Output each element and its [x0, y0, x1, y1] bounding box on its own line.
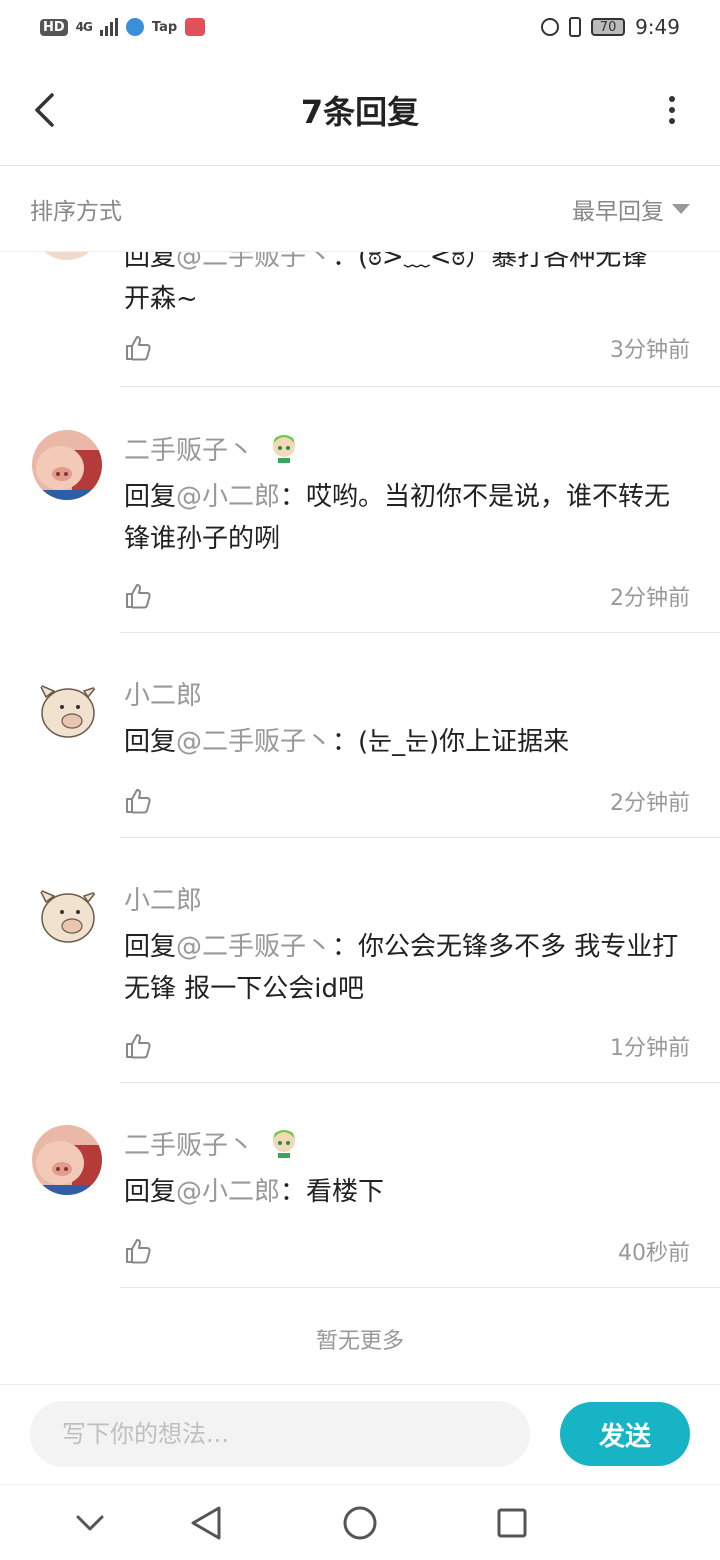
reply-text: 回复@二手贩子丶：(눈_눈)你上证据来: [124, 727, 570, 757]
reply-time: 2分钟前: [610, 586, 690, 611]
book-app-icon: [185, 18, 206, 36]
author-name[interactable]: 二手贩子丶: [124, 430, 254, 467]
recents-square-icon[interactable]: [492, 1503, 532, 1543]
network-type: 4G: [75, 20, 93, 34]
caret-down-icon: [672, 203, 690, 214]
author-row: 小二郎: [124, 880, 690, 916]
sort-label: 排序方式: [30, 198, 122, 225]
author-row: 二手贩子丶: [124, 1125, 690, 1161]
mention-link[interactable]: @小二郎: [176, 482, 280, 512]
thumbs-up-icon[interactable]: [124, 787, 152, 815]
badge-icon: [273, 1130, 296, 1158]
reply-text: 回复@小二郎：哎哟。当初你不是说，谁不转无锋谁孙子的咧: [124, 482, 671, 554]
avatar[interactable]: [32, 880, 102, 950]
badge-icon: [273, 435, 296, 463]
reply-list: 回复@二手贩子丶：(ಠ>﹏<ಠ）暴打各种无锋 开森~ 3分钟前 二手贩子丶 回复…: [0, 252, 720, 1384]
status-bar: HD 4G Tap 70 9:49: [0, 0, 720, 54]
sort-dropdown[interactable]: 最早回复: [572, 192, 690, 226]
vibrate-icon: [569, 17, 582, 37]
clock: 9:49: [635, 15, 680, 39]
signal-icon: [99, 18, 118, 36]
page-title: 7条回复: [300, 92, 420, 131]
author-name[interactable]: 小二郎: [124, 675, 202, 712]
battery-icon: 70: [591, 18, 626, 36]
status-left: HD 4G Tap: [40, 18, 206, 36]
chevron-left-icon[interactable]: [28, 90, 60, 130]
mention-link[interactable]: @小二郎: [176, 1177, 280, 1207]
chevron-down-icon[interactable]: [70, 1503, 110, 1543]
divider: [120, 837, 720, 838]
home-circle-icon[interactable]: [340, 1503, 380, 1543]
mention-link[interactable]: @二手贩子丶: [176, 252, 332, 272]
author-row: 小二郎: [124, 675, 690, 711]
avatar[interactable]: [32, 430, 102, 500]
hd-indicator: HD: [40, 18, 68, 36]
thumbs-up-icon[interactable]: [124, 1237, 152, 1265]
alarm-icon: [541, 18, 560, 36]
sort-selected-value: 最早回复: [572, 198, 664, 225]
sort-bar: 排序方式 最早回复: [0, 166, 720, 252]
reply-time: 40秒前: [618, 1241, 690, 1266]
status-right: 70 9:49: [541, 15, 680, 39]
thumbs-up-icon[interactable]: [124, 1032, 152, 1060]
reply-text: 回复@二手贩子丶：你公会无锋多不多 我专业打无锋 报一下公会id吧: [124, 932, 679, 1004]
comment-composer: 发送: [0, 1384, 720, 1484]
divider: [120, 632, 720, 633]
author-row: 二手贩子丶: [124, 430, 690, 466]
browser-app-icon: [125, 18, 144, 36]
send-button[interactable]: 发送: [560, 1402, 690, 1466]
more-vertical-icon[interactable]: [660, 92, 684, 128]
thumbs-up-icon[interactable]: [124, 582, 152, 610]
comment-input[interactable]: [30, 1401, 530, 1467]
thumbs-up-icon[interactable]: [124, 334, 152, 362]
app-header: 7条回复: [0, 54, 720, 166]
author-name[interactable]: 二手贩子丶: [124, 1125, 254, 1162]
reply-time: 2分钟前: [610, 791, 690, 816]
reply-time: 3分钟前: [610, 338, 690, 363]
reply-text: 回复@小二郎：看楼下: [124, 1177, 385, 1207]
taptap-app-icon: Tap: [151, 19, 178, 35]
reply-time: 1分钟前: [610, 1036, 690, 1061]
author-name[interactable]: 小二郎: [124, 880, 202, 917]
divider: [120, 1082, 720, 1083]
avatar[interactable]: [32, 675, 102, 745]
avatar[interactable]: [32, 252, 102, 260]
system-nav-bar: [0, 1484, 720, 1560]
no-more-text: 暂无更多: [315, 1329, 404, 1354]
divider: [120, 386, 720, 387]
mention-link[interactable]: @二手贩子丶: [176, 727, 332, 757]
back-triangle-icon[interactable]: [186, 1503, 226, 1543]
reply-text: 回复@二手贩子丶：(ಠ>﹏<ಠ）暴打各种无锋 开森~: [124, 252, 690, 320]
avatar[interactable]: [32, 1125, 102, 1195]
mention-link[interactable]: @二手贩子丶: [176, 932, 332, 962]
divider: [120, 1287, 720, 1288]
